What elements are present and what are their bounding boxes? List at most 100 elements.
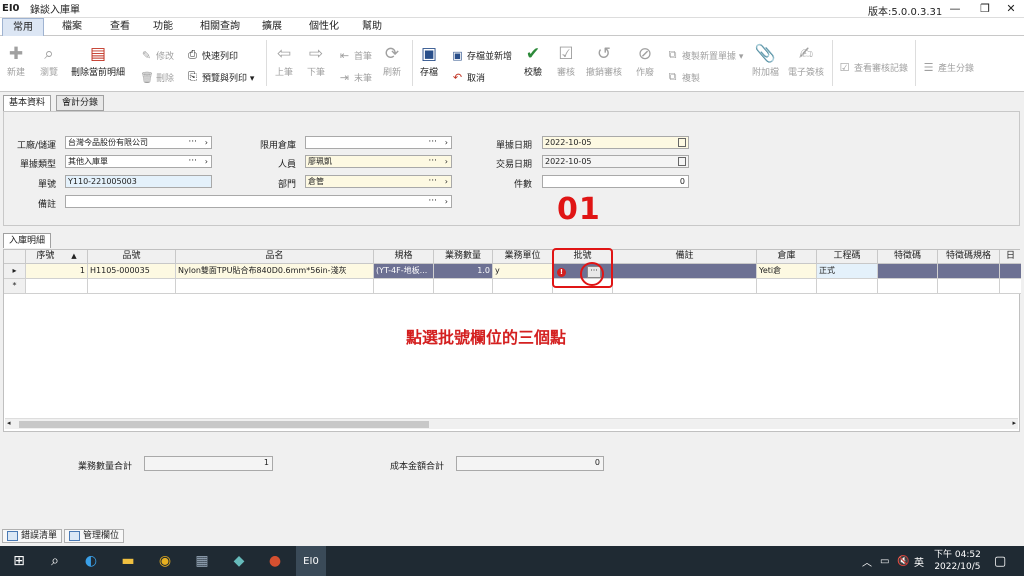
- new-cell[interactable]: [1000, 279, 1021, 294]
- cell-spec[interactable]: (YT-4F-地板...: [374, 264, 434, 279]
- tab-error-list[interactable]: 錯誤清單: [2, 529, 63, 543]
- last-record-button[interactable]: ⇥ 末筆: [338, 70, 372, 84]
- scroll-left-icon[interactable]: ◂: [7, 419, 11, 427]
- chevron-right-icon[interactable]: ›: [205, 137, 208, 148]
- col-qty[interactable]: 業務數量: [434, 250, 493, 264]
- new-button[interactable]: ✚ 新建: [5, 43, 27, 78]
- menu-view[interactable]: 查看: [100, 18, 140, 36]
- copy-button[interactable]: ⧉ 複製: [666, 70, 700, 84]
- tray-chevron-icon[interactable]: ︿: [862, 546, 872, 576]
- new-cell[interactable]: [757, 279, 817, 294]
- generate-entry-button[interactable]: ☰ 產生分錄: [922, 60, 974, 74]
- cell-item-name[interactable]: Nylon雙面TPU貼合布840D0.6mm*56in-淺灰: [176, 264, 374, 279]
- save-and-new-button[interactable]: ▣ 存檔並新增: [451, 48, 512, 62]
- new-cell[interactable]: [26, 279, 88, 294]
- col-seq[interactable]: 序號 ▲: [26, 250, 88, 264]
- person-field[interactable]: 廖珮凱 ··· ›: [305, 155, 452, 168]
- col-unit[interactable]: 業務單位: [493, 250, 553, 264]
- restore-button[interactable]: ❐: [972, 1, 998, 17]
- cell-item-no[interactable]: H1105-000035: [88, 264, 176, 279]
- file-explorer-icon[interactable]: ▬: [117, 551, 139, 571]
- cell-date[interactable]: [1000, 264, 1021, 279]
- tab-manage-fields[interactable]: 管理欄位: [64, 529, 125, 543]
- taskbar-active-app[interactable]: EI0: [296, 546, 326, 576]
- esign-button[interactable]: ✍ 電子簽核: [788, 43, 824, 78]
- edge-icon[interactable]: ◐: [80, 551, 102, 571]
- txdate-field[interactable]: 2022-10-05: [542, 155, 689, 168]
- calendar-icon[interactable]: [678, 138, 686, 147]
- tab-basic-info[interactable]: 基本資料: [3, 95, 52, 111]
- col-spec[interactable]: 規格: [374, 250, 434, 264]
- cell-remark[interactable]: [613, 264, 757, 279]
- cell-seq[interactable]: 1: [26, 264, 88, 279]
- lookup-dots-icon[interactable]: ···: [428, 176, 437, 186]
- clock[interactable]: 下午 04:52 2022/10/5: [934, 546, 981, 576]
- cell-project[interactable]: 正式: [817, 264, 878, 279]
- notes-icon[interactable]: ◆: [228, 551, 250, 571]
- dept-field[interactable]: 倉管 ··· ›: [305, 175, 452, 188]
- modify-button[interactable]: ✎ 修改: [140, 48, 174, 62]
- cell-feature[interactable]: [878, 264, 938, 279]
- docno-field[interactable]: Y110-221005003: [65, 175, 212, 188]
- new-cell[interactable]: [878, 279, 938, 294]
- row-pointer[interactable]: ▸: [4, 264, 26, 279]
- calculator-icon[interactable]: ▦: [191, 551, 213, 571]
- col-feature-spec[interactable]: 特徵碼規格: [938, 250, 1000, 264]
- save-button[interactable]: ▣ 存檔: [418, 43, 440, 78]
- unaudit-button[interactable]: ↺ 撤銷審核: [586, 43, 622, 78]
- attachment-button[interactable]: 📎 附加檔: [752, 43, 779, 78]
- delete-button[interactable]: 🗑 刪除: [140, 70, 174, 84]
- tab-inbound-details[interactable]: 入庫明細: [3, 233, 52, 248]
- col-date[interactable]: 日: [1000, 250, 1021, 264]
- remark-field[interactable]: ··· ›: [65, 195, 452, 208]
- lookup-dots-icon[interactable]: ···: [188, 156, 197, 166]
- windows-start-icon[interactable]: ⊞: [8, 551, 30, 571]
- view-audit-log-button[interactable]: ☑ 查看審核記錄: [838, 60, 908, 74]
- refresh-button[interactable]: ⟳ 刷新: [381, 43, 403, 78]
- delete-current-detail-button[interactable]: ▤ 刪除當前明細: [71, 43, 125, 78]
- col-warehouse[interactable]: 倉庫: [757, 250, 817, 264]
- close-button[interactable]: ✕: [998, 1, 1024, 17]
- chevron-right-icon[interactable]: ›: [445, 156, 448, 167]
- new-cell[interactable]: [434, 279, 493, 294]
- col-feature[interactable]: 特徵碼: [878, 250, 938, 264]
- void-button[interactable]: ⊘ 作廢: [634, 43, 656, 78]
- verify-button[interactable]: ✔ 校驗: [522, 43, 544, 78]
- menu-personalize[interactable]: 個性化: [302, 18, 346, 36]
- scroll-right-icon[interactable]: ▸: [1012, 419, 1016, 427]
- quick-print-button[interactable]: ⎙ 快速列印: [186, 48, 238, 62]
- col-item-name[interactable]: 品名: [176, 250, 374, 264]
- tab-accounting-entry[interactable]: 會計分錄: [56, 95, 105, 111]
- lookup-dots-icon[interactable]: ···: [428, 196, 437, 206]
- new-row-marker[interactable]: *: [4, 279, 26, 294]
- powerpoint-icon[interactable]: ●: [264, 551, 286, 571]
- first-record-button[interactable]: ⇤ 首筆: [338, 48, 372, 62]
- menu-file[interactable]: 檔案: [52, 18, 92, 36]
- audit-button[interactable]: ☑ 審核: [555, 43, 577, 78]
- new-cell[interactable]: [817, 279, 878, 294]
- volume-icon[interactable]: 🔇: [897, 546, 909, 576]
- cell-warehouse[interactable]: Yeti倉: [757, 264, 817, 279]
- chevron-right-icon[interactable]: ›: [445, 137, 448, 148]
- new-cell[interactable]: [176, 279, 374, 294]
- chevron-right-icon[interactable]: ›: [445, 196, 448, 207]
- cell-qty[interactable]: 1.0: [434, 264, 493, 279]
- menu-help[interactable]: 幫助: [354, 18, 390, 36]
- menu-common[interactable]: 常用: [2, 18, 44, 36]
- cell-unit[interactable]: y: [493, 264, 553, 279]
- doctype-field[interactable]: 其他入庫單 ··· ›: [65, 155, 212, 168]
- network-icon[interactable]: ▭: [880, 546, 889, 576]
- pieces-field[interactable]: 0: [542, 175, 689, 188]
- menu-function[interactable]: 功能: [143, 18, 183, 36]
- preview-print-button[interactable]: ⎘ 預覽與列印 ▾: [186, 70, 254, 84]
- menu-related-query[interactable]: 相關查詢: [192, 18, 248, 36]
- grid-horizontal-scrollbar[interactable]: ◂ ▸: [5, 418, 1018, 429]
- scroll-thumb[interactable]: [19, 421, 429, 428]
- lookup-dots-icon[interactable]: ···: [428, 156, 437, 166]
- browse-button[interactable]: ⌕ 瀏覽: [38, 43, 60, 78]
- lookup-dots-icon[interactable]: ···: [428, 137, 437, 147]
- notification-icon[interactable]: ▢: [994, 546, 1006, 576]
- col-project[interactable]: 工程碼: [817, 250, 878, 264]
- calendar-icon[interactable]: [678, 157, 686, 166]
- prev-record-button[interactable]: ⇦ 上筆: [273, 43, 295, 78]
